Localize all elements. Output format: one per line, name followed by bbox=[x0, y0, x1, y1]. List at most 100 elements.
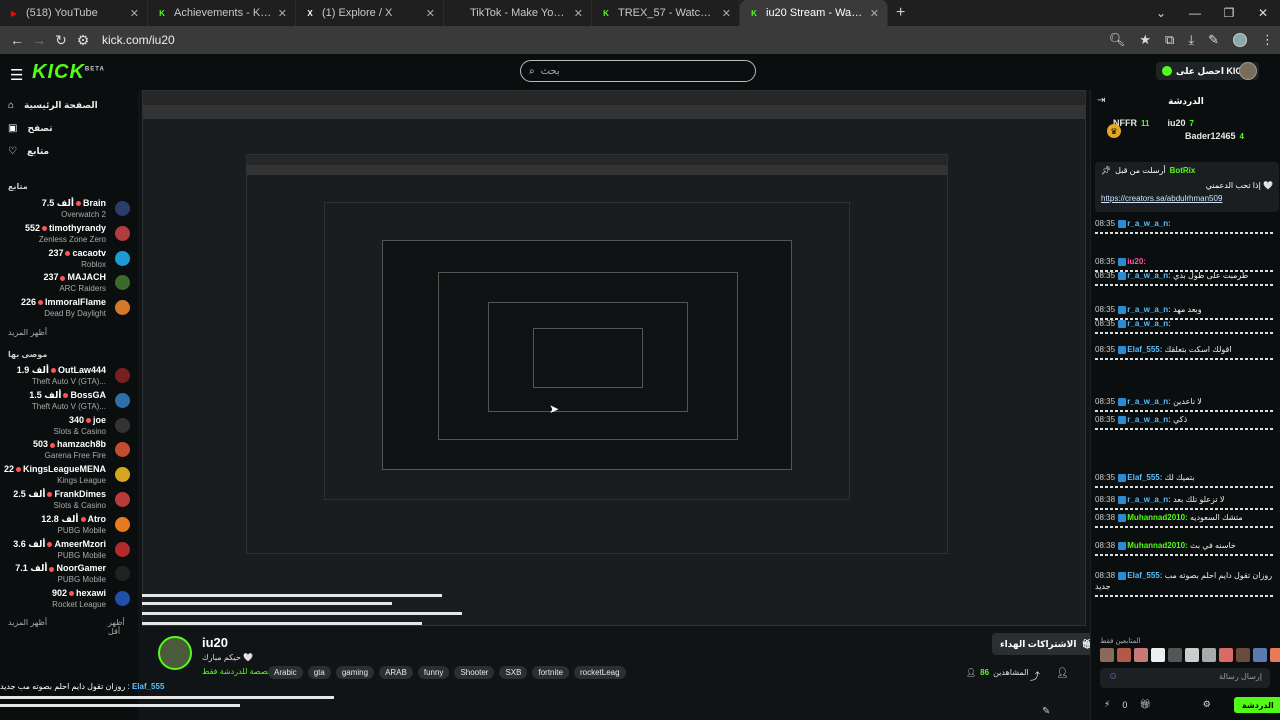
message-user[interactable]: Elaf_555: bbox=[1127, 345, 1162, 354]
sidebar-channel[interactable]: 12.8 ألف Atro PUBG Mobile bbox=[6, 514, 134, 538]
browser-tab[interactable]: X (1) Explore / X ✕ bbox=[296, 0, 444, 26]
sidebar-channel[interactable]: 552 timothyrandy Zenless Zone Zero bbox=[6, 223, 134, 247]
close-tab-icon[interactable]: ✕ bbox=[722, 7, 731, 20]
chat-message[interactable]: 08:38 Elaf_555: روزان تقول دايم احلم بصو… bbox=[1095, 570, 1275, 597]
zoom-icon[interactable]: 🔍︎ bbox=[1109, 32, 1126, 48]
message-user[interactable]: Muhannad2010: bbox=[1127, 513, 1187, 522]
show-less-link[interactable]: أظهر أقل bbox=[108, 618, 138, 636]
emote-icon[interactable] bbox=[1202, 648, 1216, 662]
sidebar-nav-item[interactable]: ⌂ الصفحة الرئيسية bbox=[8, 100, 98, 111]
extensions-icon[interactable]: ⧉ bbox=[1165, 32, 1174, 48]
pinned-message[interactable]: 📌︎ أرسلت من قبل BotRix إذا تحب الدعمني 🤍… bbox=[1095, 162, 1279, 212]
chevron-down-icon[interactable]: ⌄ bbox=[1144, 6, 1178, 20]
video-player[interactable]: ➤ bbox=[138, 90, 1090, 720]
sidebar-channel[interactable]: 3.6 ألف AmeerMzori PUBG Mobile bbox=[6, 539, 134, 563]
chat-message[interactable]: 08:35 r_a_w_a_n: bbox=[1095, 218, 1275, 234]
pencil-icon[interactable]: ✎ bbox=[1042, 706, 1050, 717]
hamburger-menu-icon[interactable]: ☰ bbox=[10, 66, 23, 84]
close-tab-icon[interactable]: ✕ bbox=[278, 7, 287, 20]
new-tab-icon[interactable]: + bbox=[896, 4, 905, 22]
emote-icon[interactable] bbox=[1270, 648, 1280, 662]
close-tab-icon[interactable]: ✕ bbox=[574, 7, 583, 20]
sidebar-channel[interactable]: 7.5 ألف Brain Overwatch 2 bbox=[6, 198, 134, 222]
close-tab-icon[interactable]: ✕ bbox=[870, 7, 879, 20]
back-icon[interactable]: ← bbox=[6, 32, 28, 48]
chat-message[interactable]: 08:35 r_a_w_a_n: bbox=[1095, 318, 1275, 334]
show-more-link[interactable]: أظهر المزيد bbox=[8, 618, 47, 627]
sidebar-channel[interactable]: 226 ImmoralFlame Dead By Daylight bbox=[6, 297, 134, 321]
emote-icon[interactable] bbox=[1219, 648, 1233, 662]
emote-icon[interactable] bbox=[1253, 648, 1267, 662]
chat-message[interactable]: 08:35 r_a_w_a_n: لا ناعدين bbox=[1095, 396, 1275, 412]
chat-message[interactable]: 08:35 Elaf_555: اقولك اسكت بتعلقك bbox=[1095, 344, 1275, 360]
reload-icon[interactable]: ↻ bbox=[50, 32, 72, 49]
gift-subscriptions-button[interactable]: الاشتراكات الهداء 🎁︎ bbox=[992, 633, 1101, 655]
bookmark-star-icon[interactable]: ★ bbox=[1139, 32, 1151, 48]
stream-tag[interactable]: ARAB bbox=[379, 666, 413, 679]
message-user[interactable]: Muhannad2010: bbox=[1127, 541, 1187, 550]
sidebar-channel[interactable]: 1.5 ألف BossGA Theft Auto V (GTA)... bbox=[6, 390, 134, 414]
chat-message[interactable]: 08:38 Muhannad2010: خاسنه في بث bbox=[1095, 540, 1275, 556]
sidebar-channel[interactable]: 2.5 ألف FrankDimes Slots & Casino bbox=[6, 489, 134, 513]
emote-icon[interactable] bbox=[1100, 648, 1114, 662]
close-tab-icon[interactable]: ✕ bbox=[426, 7, 435, 20]
profile-avatar[interactable] bbox=[1233, 33, 1247, 47]
stream-tag[interactable]: Arabic bbox=[268, 666, 303, 679]
search-input[interactable]: ⌕ بحث bbox=[520, 60, 756, 82]
browser-tab[interactable]: ▶ (518) YouTube ✕ bbox=[0, 0, 148, 26]
sidebar-channel[interactable]: 22 KingsLeagueMENA Kings League bbox=[4, 464, 134, 488]
stream-tag[interactable]: gaming bbox=[335, 666, 375, 679]
gifter-name[interactable]: iu20 bbox=[1167, 118, 1185, 128]
settings-icon[interactable]: ⚙ bbox=[1203, 699, 1211, 710]
gifter-name[interactable]: Bader12465 bbox=[1185, 131, 1236, 141]
emote-icon[interactable] bbox=[1236, 648, 1250, 662]
edit-icon[interactable]: ✎ bbox=[1208, 32, 1219, 48]
chat-message[interactable]: 08:35 Elaf_555: بتميك لك bbox=[1095, 472, 1275, 488]
emote-icon[interactable] bbox=[1134, 648, 1148, 662]
emoji-icon[interactable]: ☺ bbox=[1108, 671, 1118, 682]
emote-icon[interactable] bbox=[1117, 648, 1131, 662]
show-more-link[interactable]: أظهر المزيد bbox=[8, 328, 47, 337]
close-tab-icon[interactable]: ✕ bbox=[130, 7, 139, 20]
message-user[interactable]: r_a_w_a_n: bbox=[1127, 495, 1171, 504]
stream-tag[interactable]: Shooter bbox=[454, 666, 495, 679]
sidebar-channel[interactable]: 1.9 ألف OutLaw444 Theft Auto V (GTA)... bbox=[6, 365, 134, 389]
follow-icon[interactable]: 👤︎ bbox=[1056, 668, 1069, 679]
stream-tag[interactable]: rocketLeag bbox=[573, 666, 626, 679]
gift-icon[interactable]: 🎁︎ bbox=[1139, 699, 1150, 710]
message-user[interactable]: r_a_w_a_n: bbox=[1127, 271, 1171, 280]
browser-tab[interactable]: Kiu20 Stream - Watch Live on Ki ✕ bbox=[740, 0, 888, 26]
download-icon[interactable]: ⤓ bbox=[1188, 32, 1194, 48]
streamer-avatar[interactable] bbox=[158, 636, 192, 670]
chat-input[interactable]: ☺ إرسال رسالة bbox=[1100, 668, 1270, 688]
url-field[interactable]: kick.com/iu20 bbox=[102, 33, 1109, 47]
chat-message[interactable]: 08:38 r_a_w_a_n: لا تزعلو تلك بعد bbox=[1095, 494, 1275, 510]
sidebar-channel[interactable]: 902 hexawi Rocket League bbox=[6, 588, 134, 612]
emote-icon[interactable] bbox=[1185, 648, 1199, 662]
message-user[interactable]: r_a_w_a_n: bbox=[1127, 305, 1171, 314]
sidebar-nav-item[interactable]: ♡ متابع bbox=[8, 146, 49, 157]
message-user[interactable]: r_a_w_a_n: bbox=[1127, 219, 1171, 228]
kicks-icon[interactable]: ⚡ bbox=[1104, 699, 1110, 710]
minimize-icon[interactable]: — bbox=[1178, 6, 1212, 20]
close-icon[interactable]: ✕ bbox=[1246, 6, 1280, 20]
chat-send-button[interactable]: الدردشة bbox=[1234, 697, 1280, 713]
sidebar-channel[interactable]: 503 hamzach8b Garena Free Fire bbox=[6, 439, 134, 463]
message-user[interactable]: r_a_w_a_n: bbox=[1127, 319, 1171, 328]
sidebar-channel[interactable]: 340 joe Slots & Casino bbox=[6, 415, 134, 439]
chat-message[interactable]: 08:35 r_a_w_a_n: طرمبت على طول بدي bbox=[1095, 270, 1275, 286]
sidebar-nav-item[interactable]: ▣ تصفح bbox=[8, 123, 53, 134]
browser-tab[interactable]: K TREX_57 - Watch the VOD on Ki ✕ bbox=[592, 0, 740, 26]
message-user[interactable]: Elaf_555: bbox=[1127, 473, 1162, 482]
emote-icon[interactable] bbox=[1168, 648, 1182, 662]
sidebar-channel[interactable]: 7.1 ألف NoorGamer PUBG Mobile bbox=[6, 563, 134, 587]
browser-tab[interactable]: K Achievements - Kick Dashboard ✕ bbox=[148, 0, 296, 26]
streamer-name[interactable]: iu20 bbox=[202, 635, 228, 650]
forward-icon[interactable]: → bbox=[28, 32, 50, 48]
emote-icon[interactable] bbox=[1151, 648, 1165, 662]
site-info-icon[interactable]: ⚙ bbox=[72, 32, 94, 49]
chat-message[interactable]: 08:35 r_a_w_a_n: ذكي bbox=[1095, 414, 1275, 430]
message-user[interactable]: iu20: bbox=[1127, 257, 1146, 266]
maximize-icon[interactable]: ❐ bbox=[1212, 6, 1246, 20]
message-user[interactable]: r_a_w_a_n: bbox=[1127, 397, 1171, 406]
